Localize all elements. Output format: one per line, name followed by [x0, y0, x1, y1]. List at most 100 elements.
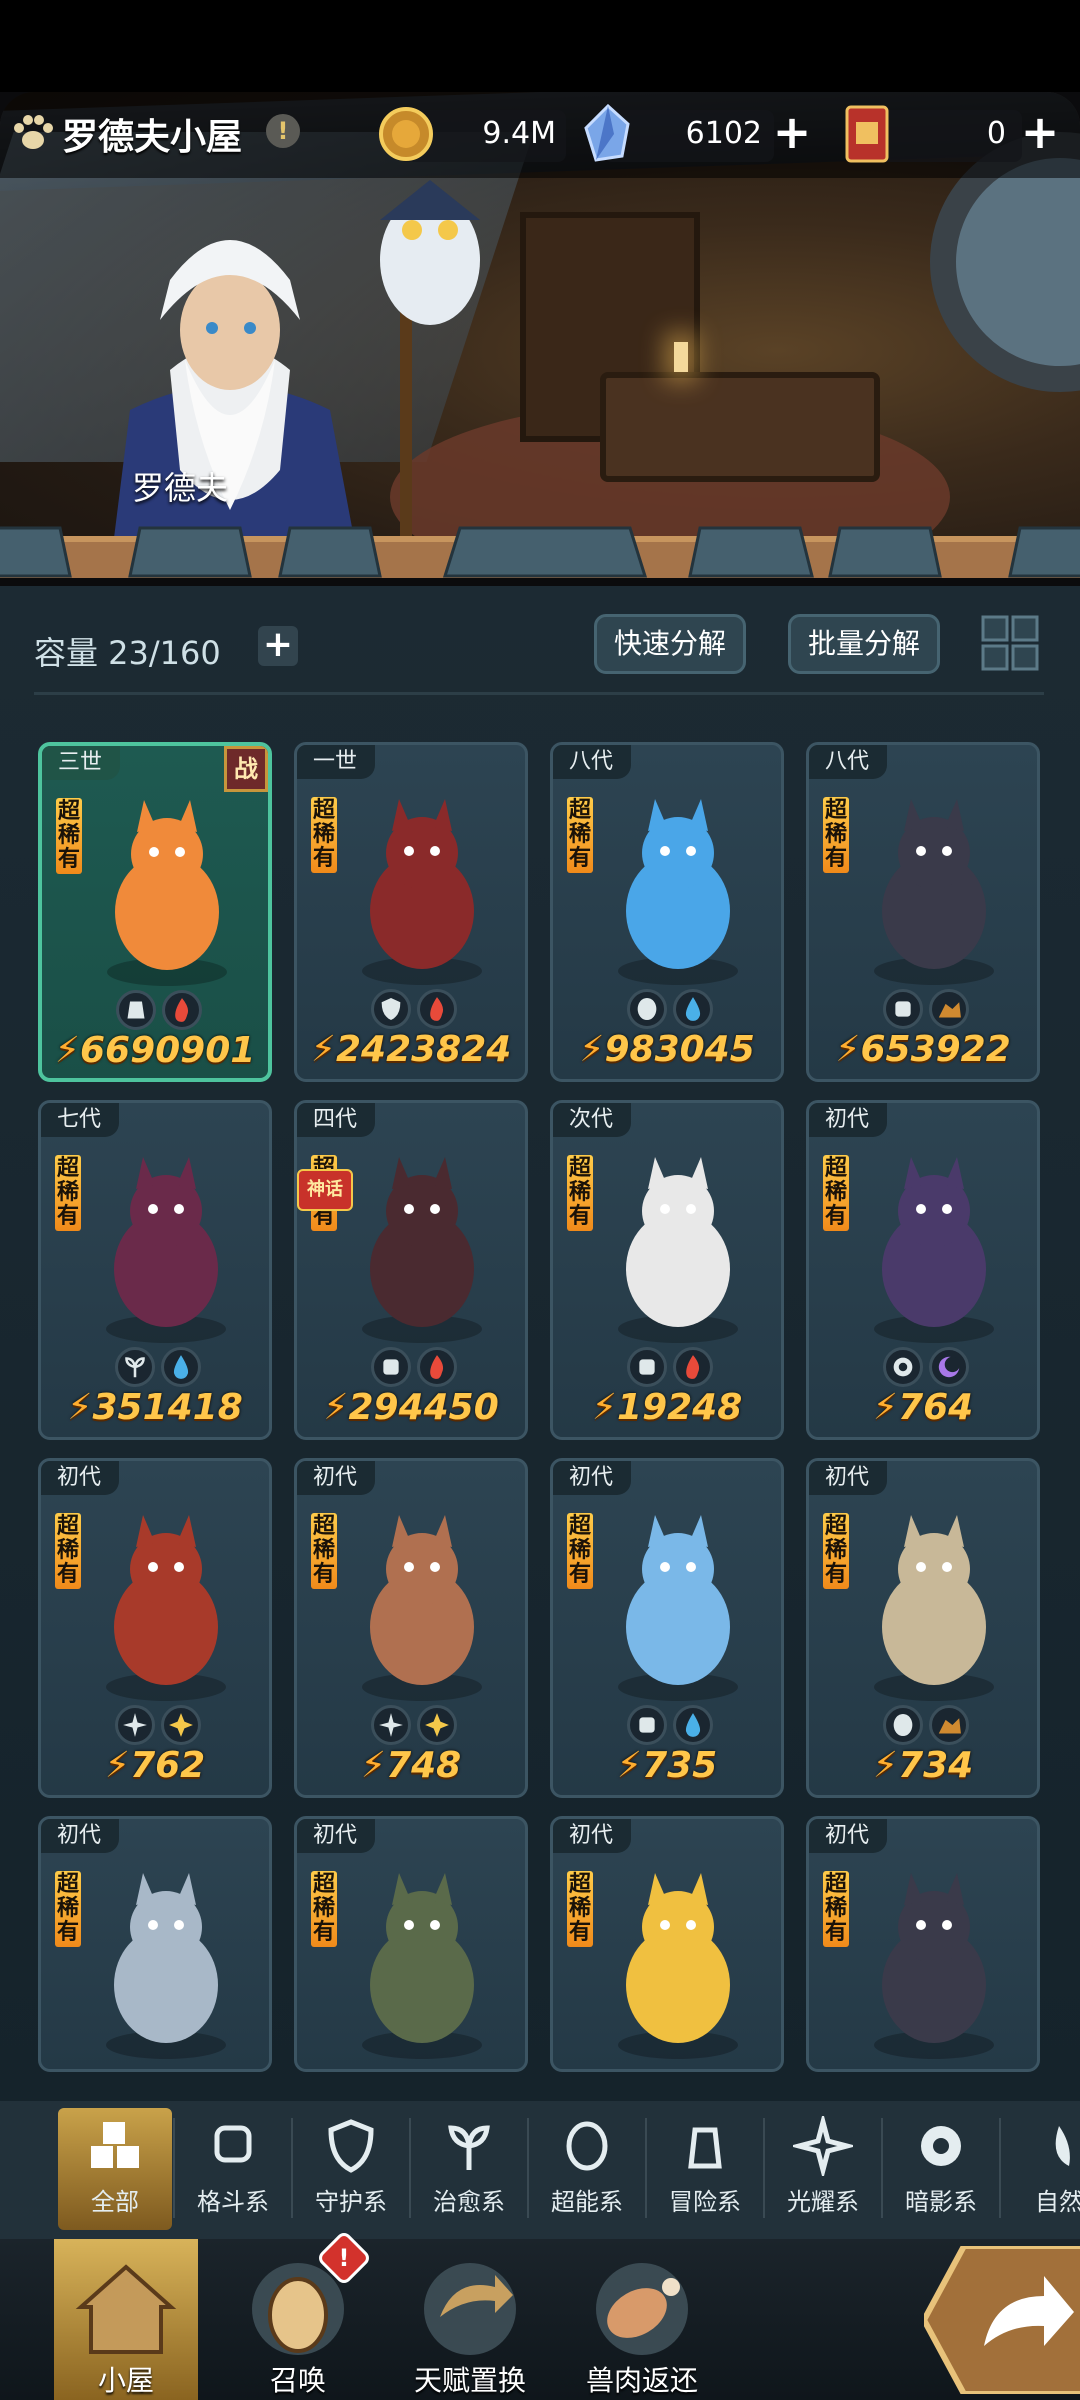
power-bolt-icon: ⚡ — [591, 1387, 618, 1428]
category-tab[interactable]: 格斗系 — [176, 2108, 290, 2230]
generation-label: 三世 — [42, 746, 121, 780]
shield-icon — [328, 2119, 374, 2173]
creature-image — [362, 1515, 482, 1701]
category-separator — [763, 2118, 765, 2218]
swap-icon — [424, 2263, 516, 2355]
light-icon — [793, 2116, 853, 2176]
creature-card[interactable]: 初代超稀有 ⚡734 — [806, 1458, 1040, 1798]
power-value: ⚡983045 — [579, 1029, 755, 1070]
creature-card[interactable]: 七代 超稀有 ⚡351418 — [38, 1100, 272, 1440]
creature-card[interactable]: 初代 超稀有 — [806, 1816, 1040, 2072]
eye-icon — [883, 1347, 923, 1387]
creature-image — [618, 799, 738, 985]
category-label: 暗影系 — [905, 2188, 977, 2216]
wooden-plank-divider — [0, 526, 1080, 578]
power-value: ⚡748 — [360, 1745, 462, 1786]
next-arrow-button[interactable] — [924, 2246, 1080, 2394]
category-separator — [999, 2118, 1001, 2218]
ticket-icon — [845, 105, 889, 163]
power-value: ⚡351418 — [67, 1387, 243, 1428]
shield-icon — [371, 989, 411, 1029]
creature-image — [874, 1515, 994, 1701]
leaf-icon — [115, 1347, 155, 1387]
generation-label: 初代 — [553, 1461, 632, 1495]
sun-icon — [417, 1705, 457, 1745]
rarity-badge: 超稀有 — [55, 1155, 81, 1231]
creature-card[interactable]: 初代 超稀有 — [38, 1816, 272, 2072]
light-icon — [371, 1705, 411, 1745]
creature-card[interactable]: 八代 超稀有 ⚡983045 — [550, 742, 784, 1082]
power-bolt-icon: ⚡ — [323, 1387, 349, 1428]
creature-card[interactable]: 初代 超稀有 ⚡764 — [806, 1100, 1040, 1440]
quick-dismantle-button[interactable]: 快速分解 — [594, 614, 746, 674]
coin-value: 9.4M — [482, 116, 556, 151]
expand-capacity-button[interactable]: + — [258, 626, 298, 666]
power-value: ⚡294450 — [323, 1387, 499, 1428]
creature-card[interactable]: 初代 超稀有 ⚡735 — [550, 1458, 784, 1798]
batch-dismantle-button[interactable]: 批量分解 — [788, 614, 940, 674]
power-bolt-icon: ⚡ — [67, 1387, 93, 1428]
category-tab[interactable]: 冒险系 — [648, 2108, 762, 2230]
rarity-badge: 超稀有 — [567, 1871, 593, 1947]
power-value: ⚡735 — [616, 1745, 718, 1786]
power-value: ⚡653922 — [835, 1029, 1011, 1070]
creature-image — [618, 1873, 738, 2059]
creature-image — [106, 1873, 226, 2059]
rarity-badge: 超稀有 — [311, 1513, 337, 1589]
coin-icon — [379, 107, 433, 161]
nav-item[interactable]: 兽肉返还 — [570, 2239, 714, 2400]
creature-card[interactable]: 初代 超稀有 ⚡762 — [38, 1458, 272, 1798]
nav-item[interactable]: 小屋 — [54, 2239, 198, 2400]
power-value: ⚡734 — [872, 1745, 974, 1786]
rarity-badge: 超稀有 — [823, 1513, 849, 1589]
leaf-icon — [448, 2125, 490, 2170]
creature-image — [618, 1515, 738, 1701]
generation-label: 初代 — [809, 1461, 888, 1495]
rarity-badge: 超稀有 — [311, 1871, 337, 1947]
power-bolt-icon: ⚡ — [310, 1029, 336, 1070]
category-tab[interactable]: 治愈系 — [412, 2108, 526, 2230]
add-ticket-button[interactable]: + — [1018, 109, 1062, 156]
category-tab[interactable]: 自然 — [1002, 2108, 1080, 2230]
category-tab[interactable]: 光耀系 — [766, 2108, 880, 2230]
fist-icon — [627, 1705, 667, 1745]
category-label: 超能系 — [551, 2188, 623, 2216]
crystal-value: 6102 — [685, 116, 762, 151]
creature-card[interactable]: 初代 超稀有 — [550, 1816, 784, 2072]
category-label: 自然 — [1035, 2188, 1080, 2216]
nav-label: 小屋 — [97, 2364, 154, 2397]
category-label: 冒险系 — [669, 2188, 741, 2216]
crystal-icon — [584, 104, 630, 162]
creature-card[interactable]: 次代 超稀有 ⚡19248 — [550, 1100, 784, 1440]
creature-card[interactable]: 初代 超稀有 ⚡748 — [294, 1458, 528, 1798]
category-separator — [173, 2118, 175, 2218]
nav-item[interactable]: 天赋置换 — [398, 2239, 542, 2400]
grid-view-icon[interactable] — [980, 614, 1040, 672]
creature-image — [106, 1157, 226, 1343]
wizard-npc-image[interactable] — [90, 210, 370, 570]
power-value: ⚡6690901 — [54, 1030, 256, 1071]
fire-icon — [162, 990, 202, 1030]
category-tab[interactable]: 守护系 — [294, 2108, 408, 2230]
category-tab[interactable]: 全部 — [58, 2108, 172, 2230]
power-bolt-icon: ⚡ — [579, 1029, 605, 1070]
generation-label: 一世 — [297, 745, 376, 779]
creature-card[interactable]: 三世 超稀有 战 ⚡6690901 — [38, 742, 272, 1082]
info-alert-icon[interactable]: ! — [266, 114, 300, 148]
creature-card[interactable]: 一世 超稀有 ⚡2423824 — [294, 742, 528, 1082]
category-tab[interactable]: 超能系 — [530, 2108, 644, 2230]
creature-image — [874, 1873, 994, 2059]
owl-image — [380, 180, 480, 325]
category-tab[interactable]: 暗影系 — [884, 2108, 998, 2230]
add-crystal-button[interactable]: + — [770, 109, 814, 156]
category-label: 格斗系 — [197, 2188, 269, 2216]
category-separator — [527, 2118, 529, 2218]
creature-card[interactable]: 初代 超稀有 — [294, 1816, 528, 2072]
ticket-value: 0 — [986, 116, 1006, 151]
power-value: ⚡2423824 — [310, 1029, 512, 1070]
myth-badge: 神话 — [297, 1169, 353, 1211]
light-icon — [115, 1705, 155, 1745]
power-value: ⚡19248 — [591, 1387, 743, 1428]
creature-card[interactable]: 八代 超稀有 ⚡653922 — [806, 742, 1040, 1082]
creature-card[interactable]: 四代超稀有 神话⚡294450 — [294, 1100, 528, 1440]
